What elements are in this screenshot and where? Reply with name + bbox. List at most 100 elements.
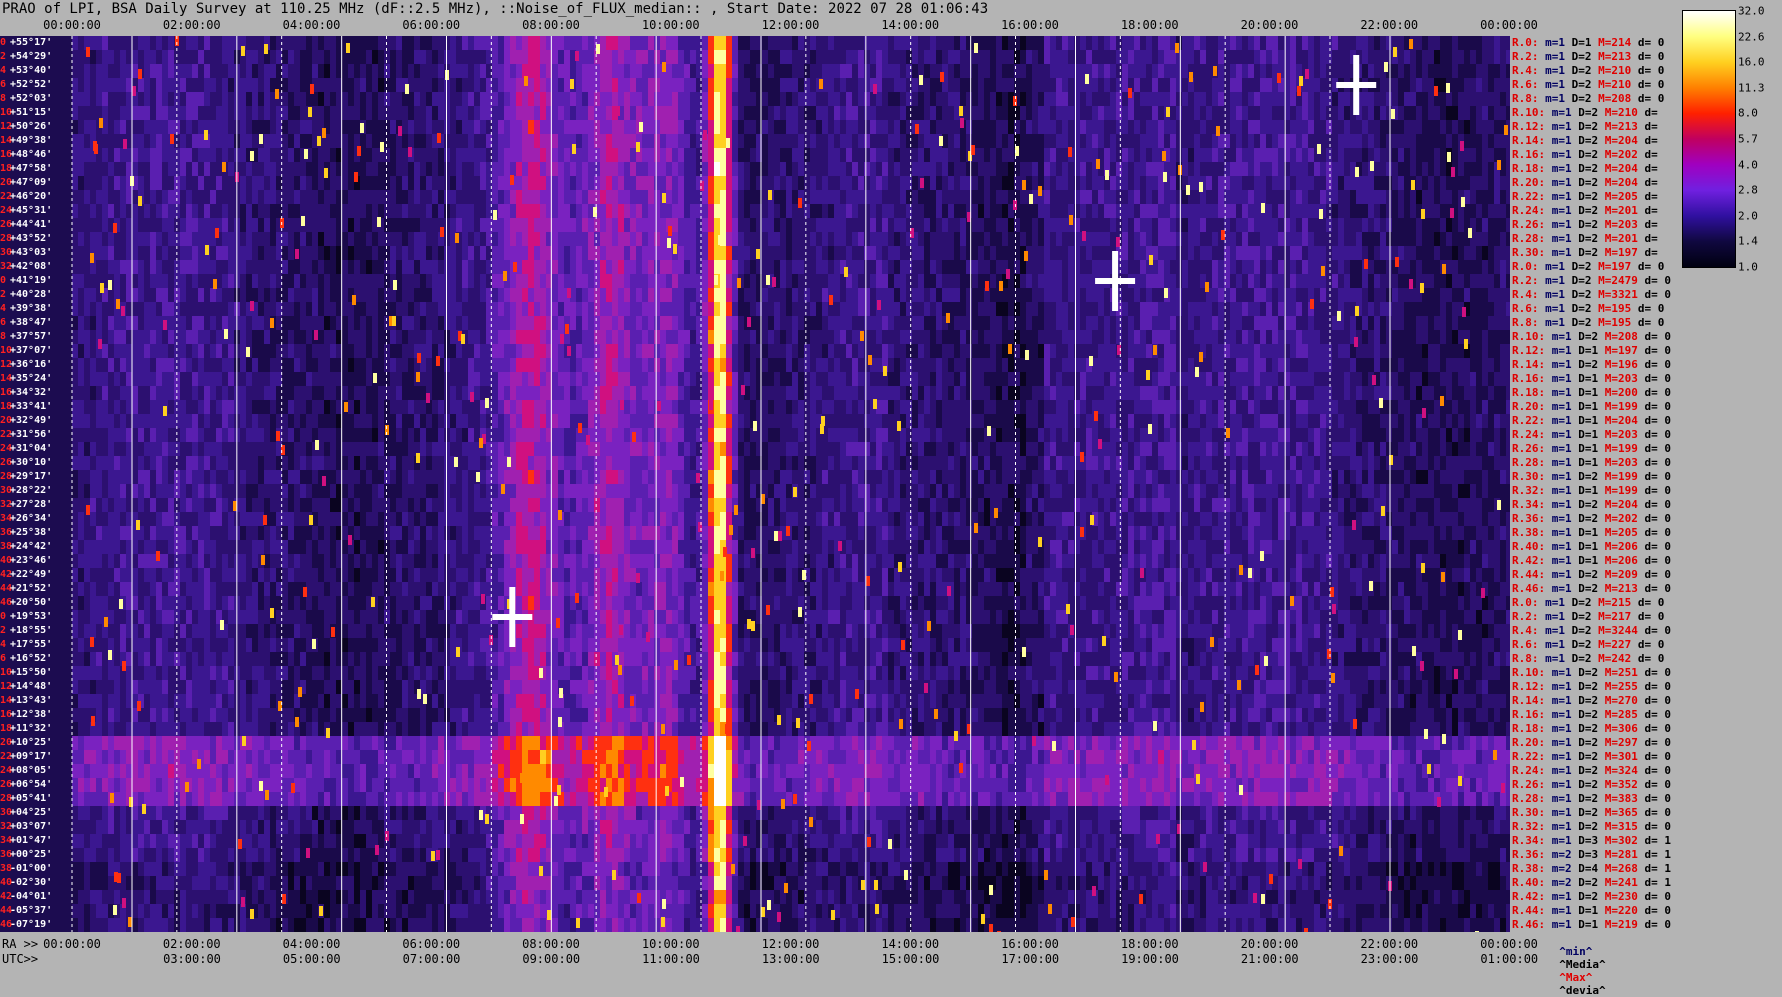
heatmap-cell (324, 64, 330, 78)
heatmap-cell (228, 778, 234, 792)
heatmap-cell (426, 764, 432, 778)
heatmap-cell (396, 890, 402, 904)
heatmap-cell (282, 806, 288, 820)
heatmap-cell (282, 64, 288, 78)
heatmap-cell (276, 820, 282, 834)
heatmap-cell (534, 260, 540, 274)
heatmap-cell (420, 862, 426, 876)
heatmap-cell (276, 512, 282, 526)
heatmap-cell (318, 652, 324, 666)
heatmap-cell (222, 92, 228, 106)
heatmap-cell (198, 680, 204, 694)
heatmap-cell (138, 78, 144, 92)
heatmap-cell (414, 260, 420, 274)
heatmap-cell (516, 442, 522, 456)
heatmap-cell (150, 260, 156, 274)
heatmap-cell (246, 890, 252, 904)
heatmap-cell (78, 498, 84, 512)
heatmap-cell (450, 344, 456, 358)
heatmap-cell (528, 386, 534, 400)
heatmap-cell (102, 498, 108, 512)
heatmap-cell (252, 764, 258, 778)
heatmap-cell (504, 190, 510, 204)
heatmap-cell (138, 372, 144, 386)
heatmap-cell (288, 274, 294, 288)
heatmap-cell (468, 400, 474, 414)
heatmap-cell (90, 484, 96, 498)
heatmap-cell (210, 638, 216, 652)
heatmap-cell (264, 260, 270, 274)
heatmap-cell (306, 274, 312, 288)
heatmap-cell (450, 50, 456, 64)
heatmap-cell (510, 680, 516, 694)
heatmap-cell (510, 134, 516, 148)
heatmap-cell (138, 820, 144, 834)
heatmap-cell (210, 694, 216, 708)
heatmap-cell (402, 736, 408, 750)
heatmap-cell (78, 442, 84, 456)
heatmap-cell (534, 414, 540, 428)
heatmap-cell (354, 624, 360, 638)
heatmap-cell (282, 554, 288, 568)
heatmap-cell (252, 918, 258, 932)
heatmap-cell (324, 918, 330, 932)
heatmap-cell (396, 778, 402, 792)
heatmap-cell (258, 400, 264, 414)
heatmap-cell (348, 764, 354, 778)
heatmap-cell (468, 372, 474, 386)
heatmap-cell (150, 890, 156, 904)
heatmap-cell (516, 624, 522, 638)
heatmap-cell (132, 750, 138, 764)
heatmap-cell (420, 568, 426, 582)
heatmap-cell (78, 232, 84, 246)
heatmap-cell (138, 106, 144, 120)
heatmap-cell (342, 78, 348, 92)
heatmap-cell (336, 456, 342, 470)
heatmap-cell (240, 218, 246, 232)
heatmap-cell (90, 778, 96, 792)
heatmap-cell (372, 554, 378, 568)
heatmap-cell (90, 652, 96, 666)
heatmap-cell (378, 36, 384, 50)
heatmap-cell (72, 316, 78, 330)
heatmap-cell (456, 120, 462, 134)
heatmap-cell (402, 456, 408, 470)
heatmap-cell (132, 260, 138, 274)
heatmap-cell (414, 50, 420, 64)
heatmap-cell (462, 540, 468, 554)
heatmap-cell (528, 162, 534, 176)
heatmap-cell (438, 820, 444, 834)
heatmap-cell (96, 470, 102, 484)
heatmap-cell (186, 50, 192, 64)
heatmap-cell (348, 820, 354, 834)
heatmap-cell (474, 596, 480, 610)
heatmap-cell (102, 736, 108, 750)
heatmap-cell (138, 736, 144, 750)
heatmap-cell (468, 610, 474, 624)
heatmap-cell (396, 736, 402, 750)
heatmap-cell (516, 64, 522, 78)
heatmap-cell (408, 92, 414, 106)
heatmap-cell (144, 246, 150, 260)
heatmap-cell (324, 442, 330, 456)
heatmap-cell (528, 918, 534, 932)
heatmap-cell (360, 862, 366, 876)
heatmap-cell (246, 64, 252, 78)
heatmap-cell (138, 148, 144, 162)
heatmap-cell (354, 820, 360, 834)
heatmap-cell (342, 694, 348, 708)
heatmap-cell (426, 274, 432, 288)
heatmap-cell (396, 470, 402, 484)
heatmap-cell (330, 652, 336, 666)
heatmap-cell (354, 778, 360, 792)
heatmap-cell (438, 778, 444, 792)
heatmap-cell (432, 470, 438, 484)
heatmap-cell (282, 148, 288, 162)
heatmap-cell (498, 694, 504, 708)
heatmap-cell (306, 904, 312, 918)
heatmap-cell (192, 78, 198, 92)
heatmap-cell (504, 568, 510, 582)
heatmap-cell (252, 834, 258, 848)
heatmap-cell (180, 288, 186, 302)
heatmap-cell (222, 288, 228, 302)
